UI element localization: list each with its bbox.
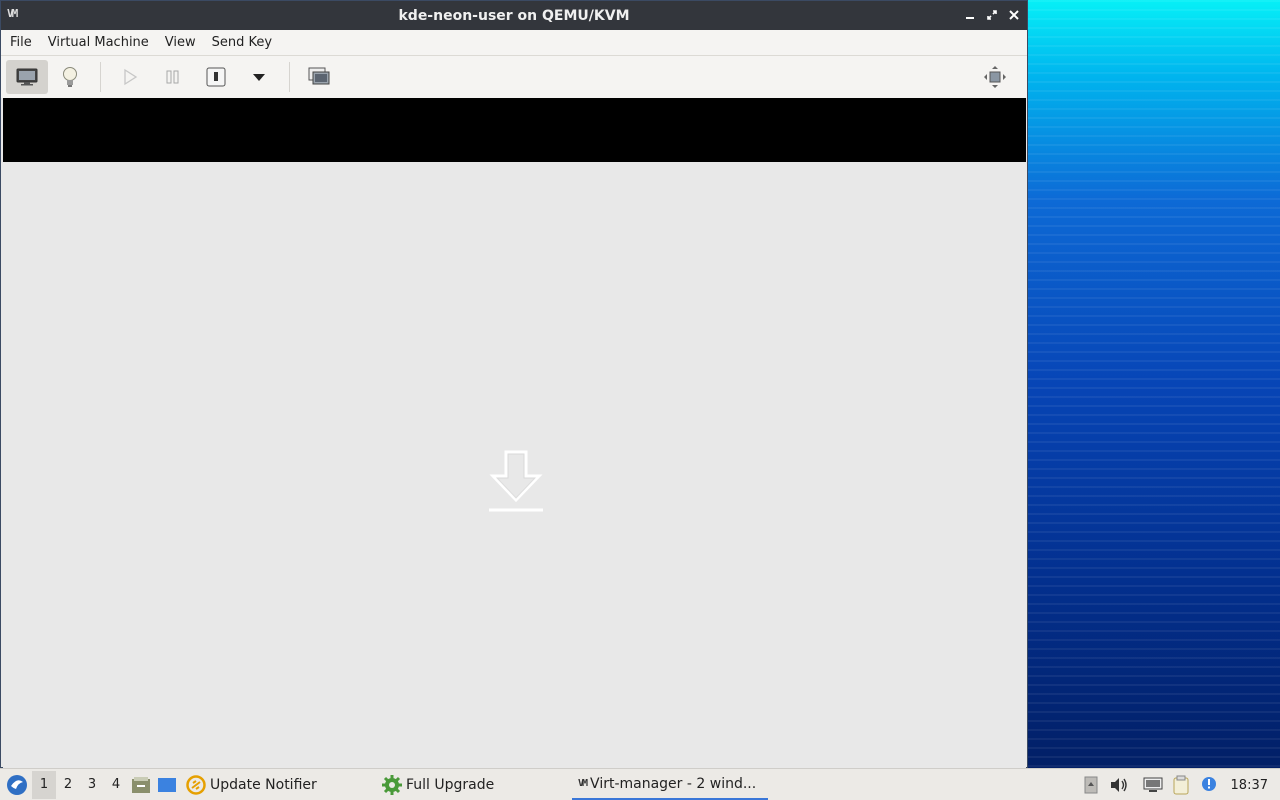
toolbar-separator — [289, 62, 290, 92]
snapshots-icon — [308, 67, 330, 85]
gear-icon — [382, 774, 402, 795]
pause-button[interactable] — [152, 60, 194, 94]
window-titlebar[interactable]: VM kde-neon-user on QEMU/KVM — [1, 1, 1027, 30]
volume-icon — [1110, 778, 1127, 792]
close-button[interactable] — [1007, 5, 1021, 25]
console-icon — [16, 68, 38, 86]
clipboard-icon — [1173, 775, 1189, 795]
taskbar: 1 2 3 4 Update Notifier Full Upgrade VM … — [0, 768, 1280, 800]
notification-info-icon — [1201, 777, 1216, 791]
shutdown-icon — [206, 67, 226, 87]
volume-button[interactable] — [1105, 770, 1133, 800]
arrow-up-icon — [1084, 776, 1098, 794]
show-desktop-button[interactable] — [154, 771, 180, 799]
menu-view[interactable]: View — [165, 35, 196, 50]
snapshots-button[interactable] — [298, 60, 340, 94]
workspace-3[interactable]: 3 — [80, 771, 104, 799]
details-lightbulb-icon — [63, 67, 77, 87]
details-button[interactable] — [49, 60, 91, 94]
run-button[interactable] — [109, 60, 151, 94]
task-virt-manager[interactable]: VM Virt-manager - 2 wind... — [572, 770, 768, 800]
start-menu-button[interactable] — [2, 769, 32, 800]
task-update-notifier[interactable]: Update Notifier — [180, 770, 376, 800]
fullscreen-button[interactable] — [974, 60, 1016, 94]
shutdown-button[interactable] — [195, 60, 237, 94]
maximize-button[interactable] — [985, 5, 999, 25]
update-notifier-icon — [186, 774, 206, 795]
run-icon — [124, 68, 138, 86]
menu-file[interactable]: File — [10, 35, 32, 50]
file-manager-icon — [132, 776, 150, 793]
toolbar-separator — [100, 62, 101, 92]
file-manager-launcher[interactable] — [128, 771, 154, 799]
network-button[interactable] — [1139, 770, 1167, 800]
menu-virtual-machine[interactable]: Virtual Machine — [48, 35, 149, 50]
desktop-icon — [158, 777, 176, 792]
console-button[interactable] — [6, 60, 48, 94]
workspace-2[interactable]: 2 — [56, 771, 80, 799]
restore-icon — [987, 10, 997, 20]
virt-viewer-window: VM kde-neon-user on QEMU/KVM File Virtua… — [0, 0, 1028, 768]
pause-icon — [166, 70, 179, 84]
window-title: kde-neon-user on QEMU/KVM — [398, 7, 630, 24]
task-label: Update Notifier — [210, 776, 317, 793]
workspace-4[interactable]: 4 — [104, 771, 128, 799]
menubar: File Virtual Machine View Send Key — [1, 30, 1027, 56]
vm-display[interactable] — [3, 162, 1026, 768]
notification-button[interactable] — [1195, 770, 1223, 800]
system-tray: 18:37 — [1077, 769, 1280, 800]
minimize-icon — [966, 17, 974, 19]
task-label: Virt-manager - 2 wind... — [590, 775, 757, 792]
virt-manager-icon: VM — [7, 7, 18, 20]
lubuntu-logo-icon — [7, 774, 27, 795]
fullscreen-icon — [984, 66, 1006, 88]
tray-expand-button[interactable] — [1077, 770, 1105, 800]
task-label: Full Upgrade — [406, 776, 495, 793]
toolbar — [1, 56, 1027, 98]
network-icon — [1143, 777, 1163, 792]
window-controls — [963, 5, 1021, 25]
shutdown-menu-button[interactable] — [238, 60, 280, 94]
menu-send-key[interactable]: Send Key — [212, 35, 272, 50]
download-arrow-icon — [489, 450, 543, 512]
clipboard-button[interactable] — [1167, 770, 1195, 800]
shutdown-menu-icon — [253, 74, 265, 81]
close-icon — [1009, 10, 1019, 20]
minimize-button[interactable] — [963, 5, 977, 25]
clock[interactable]: 18:37 — [1223, 778, 1280, 793]
virt-manager-icon: VM — [578, 778, 588, 789]
task-full-upgrade[interactable]: Full Upgrade — [376, 770, 572, 800]
workspace-1[interactable]: 1 — [32, 770, 56, 799]
vm-display-strip — [3, 98, 1026, 162]
